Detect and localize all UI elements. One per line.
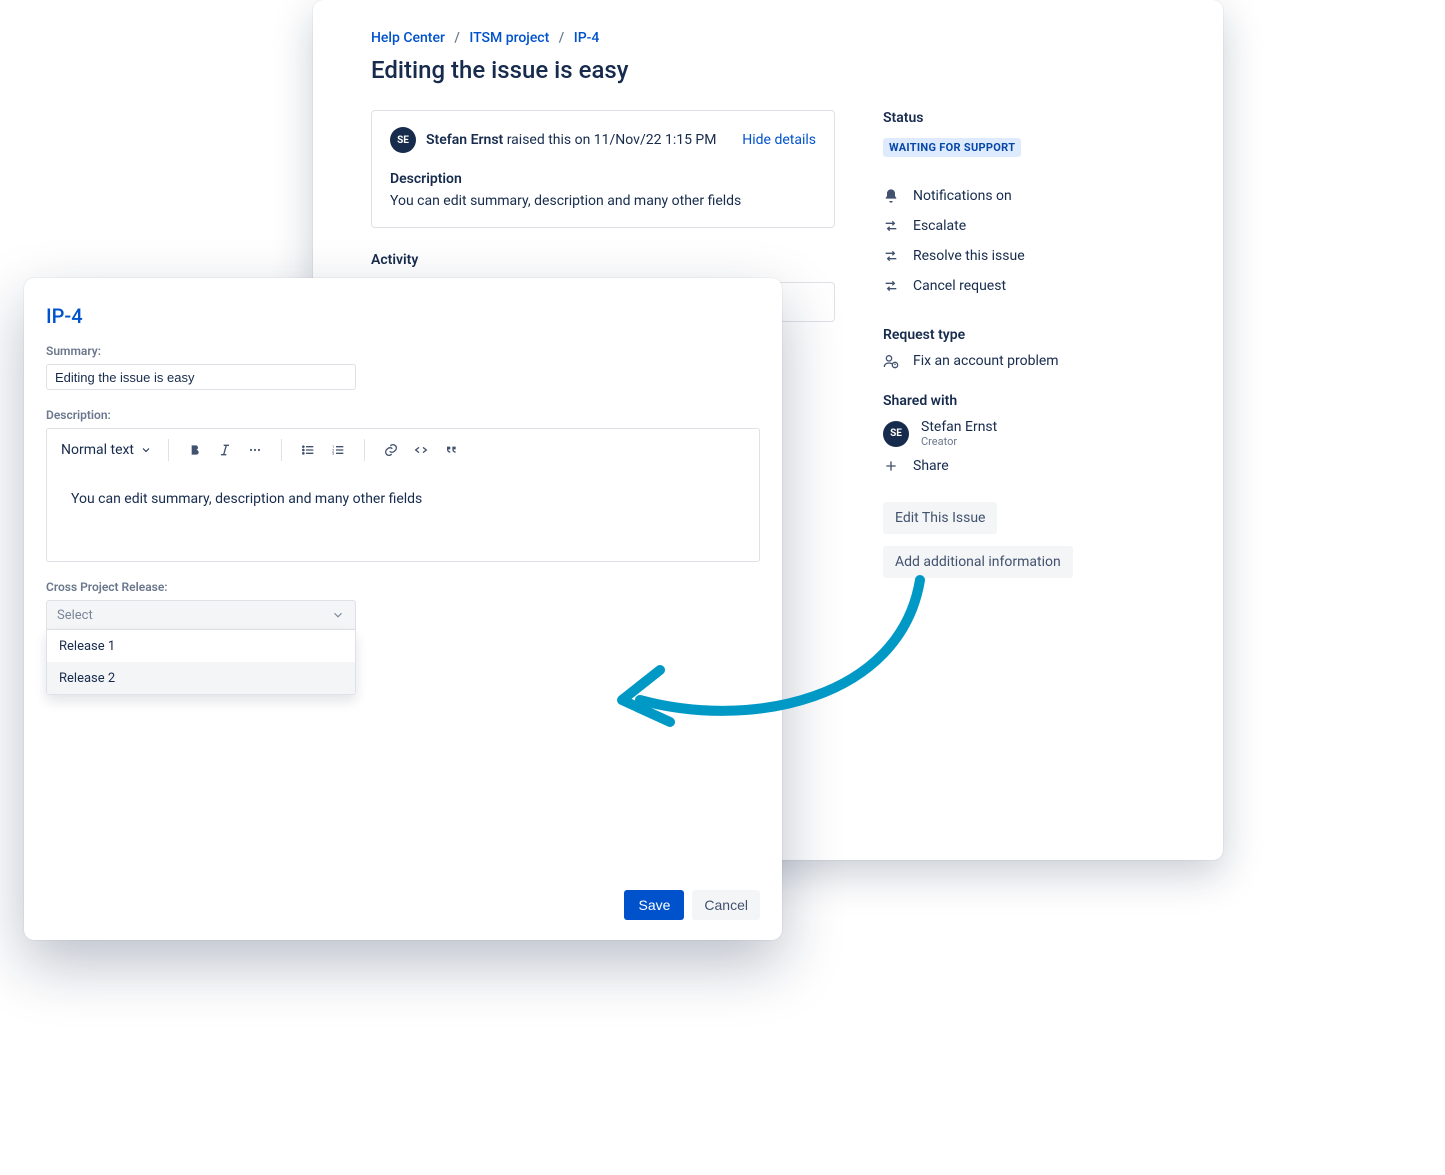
request-type-row: Fix an account problem — [883, 353, 1165, 369]
shared-with-label: Shared with — [883, 393, 1165, 409]
issue-title: Editing the issue is easy — [371, 56, 835, 84]
share-button[interactable]: Share — [883, 458, 1165, 474]
chevron-down-icon — [331, 608, 345, 622]
swap-icon — [883, 278, 899, 294]
action-resolve[interactable]: Resolve this issue — [883, 241, 1165, 271]
user-alert-icon — [883, 353, 899, 369]
status-badge: WAITING FOR SUPPORT — [883, 138, 1021, 157]
toolbar-separator — [364, 439, 365, 461]
select-placeholder: Select — [57, 608, 93, 623]
chevron-down-icon — [140, 444, 152, 456]
cancel-button[interactable]: Cancel — [692, 890, 760, 920]
avatar: SE — [883, 421, 909, 447]
cross-project-release-label: Cross Project Release: — [46, 580, 760, 594]
plus-icon — [883, 458, 899, 474]
summary-label: Summary: — [46, 344, 760, 358]
breadcrumb-help-center[interactable]: Help Center — [371, 30, 445, 46]
description-text: You can edit summary, description and ma… — [390, 193, 816, 209]
quote-button[interactable] — [441, 440, 461, 460]
description-input[interactable]: You can edit summary, description and ma… — [47, 471, 759, 561]
release-dropdown: Release 1 Release 2 — [46, 630, 356, 695]
save-button[interactable]: Save — [624, 890, 684, 920]
breadcrumb-project[interactable]: ITSM project — [469, 30, 549, 46]
bullet-list-button[interactable] — [298, 440, 318, 460]
action-label: Resolve this issue — [913, 248, 1025, 264]
rich-text-editor: Normal text 123 You can edit summary, de… — [46, 428, 760, 562]
more-formatting-button[interactable] — [245, 440, 265, 460]
description-label: Description: — [46, 408, 760, 422]
action-label: Cancel request — [913, 278, 1006, 294]
hide-details-link[interactable]: Hide details — [742, 132, 816, 148]
sidebar-actions: Notifications on Escalate Resolve this i… — [883, 181, 1165, 301]
italic-button[interactable] — [215, 440, 235, 460]
editor-toolbar: Normal text 123 — [47, 429, 759, 471]
bell-icon — [883, 188, 899, 204]
request-type-value: Fix an account problem — [913, 353, 1059, 369]
issue-details-box: SE Stefan Ernst raised this on 11/Nov/22… — [371, 110, 835, 228]
edit-issue-modal: IP-4 Summary: Description: Normal text 1… — [24, 278, 782, 940]
action-label: Notifications on — [913, 188, 1012, 204]
bold-button[interactable] — [185, 440, 205, 460]
description-label: Description — [390, 171, 816, 187]
activity-label: Activity — [371, 252, 835, 268]
avatar: SE — [390, 127, 416, 153]
numbered-list-button[interactable]: 123 — [328, 440, 348, 460]
release-option[interactable]: Release 1 — [47, 630, 355, 662]
code-button[interactable] — [411, 440, 431, 460]
shared-user: SE Stefan Ernst Creator — [883, 419, 1165, 448]
breadcrumb-issue-key[interactable]: IP-4 — [574, 30, 600, 46]
breadcrumb-separator: / — [559, 30, 564, 46]
breadcrumb-separator: / — [454, 30, 459, 46]
summary-input[interactable] — [46, 364, 356, 390]
shared-user-role: Creator — [921, 435, 997, 448]
link-button[interactable] — [381, 440, 401, 460]
action-notifications[interactable]: Notifications on — [883, 181, 1165, 211]
raised-by-text: Stefan Ernst raised this on 11/Nov/22 1:… — [426, 132, 732, 148]
action-label: Escalate — [913, 218, 966, 234]
release-select[interactable]: Select — [46, 600, 356, 630]
action-cancel[interactable]: Cancel request — [883, 271, 1165, 301]
svg-text:3: 3 — [332, 451, 334, 456]
swap-icon — [883, 248, 899, 264]
add-additional-info-button[interactable]: Add additional information — [883, 546, 1073, 578]
swap-icon — [883, 218, 899, 234]
text-style-dropdown[interactable]: Normal text — [61, 442, 152, 458]
breadcrumb: Help Center / ITSM project / IP-4 — [371, 30, 835, 46]
release-option[interactable]: Release 2 — [47, 662, 355, 694]
action-escalate[interactable]: Escalate — [883, 211, 1165, 241]
request-type-label: Request type — [883, 327, 1165, 343]
shared-user-name: Stefan Ernst — [921, 419, 997, 435]
toolbar-separator — [168, 439, 169, 461]
edit-issue-button[interactable]: Edit This Issue — [883, 502, 997, 534]
status-label: Status — [883, 110, 1165, 126]
share-label: Share — [913, 458, 949, 474]
modal-issue-key[interactable]: IP-4 — [46, 304, 760, 328]
toolbar-separator — [281, 439, 282, 461]
